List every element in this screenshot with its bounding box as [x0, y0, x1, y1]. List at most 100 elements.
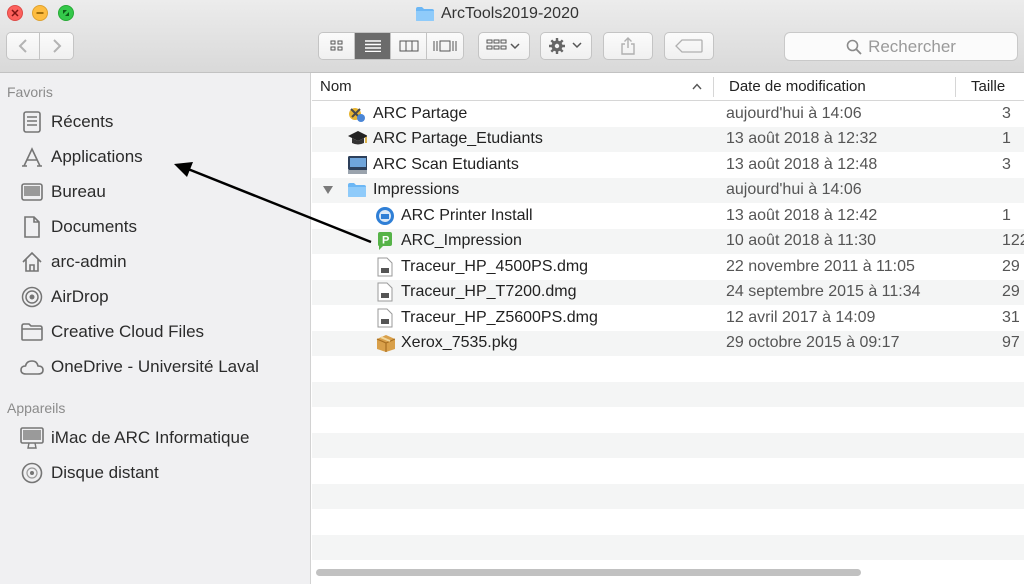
list-view-button[interactable] [355, 33, 391, 59]
tag-button[interactable] [664, 32, 714, 60]
imac-icon [19, 425, 45, 451]
sidebar-item-applications[interactable]: Applications [0, 142, 310, 172]
empty-row [312, 381, 1024, 407]
sidebar-item-imac[interactable]: iMac de ARC Informatique [0, 423, 310, 453]
share-icon [621, 37, 635, 55]
file-row-traceur-hp-z5600ps[interactable]: Traceur_HP_Z5600PS.dmg 12 avril 2017 à 1… [312, 305, 1024, 331]
folder-icon [416, 7, 434, 21]
file-row-traceur-hp-4500ps[interactable]: Traceur_HP_4500PS.dmg 22 novembre 2011 à… [312, 254, 1024, 280]
sidebar-section-favorites: Favoris [7, 84, 53, 100]
file-name: ARC_Impression [401, 232, 522, 249]
arrange-icon [486, 39, 520, 50]
sidebar-item-label: arc-admin [51, 252, 127, 271]
file-row-arc-partage-etudiants[interactable]: ARC Partage_Etudiants 13 août 2018 à 12:… [312, 126, 1024, 152]
file-size: 1 [1002, 130, 1011, 147]
green-p-icon: P [375, 231, 395, 251]
sidebar-item-remote-disc[interactable]: Disque distant [0, 458, 310, 488]
search-field[interactable]: Rechercher [784, 32, 1018, 61]
file-row-arc-printer-install[interactable]: ARC Printer Install 13 août 2018 à 12:42… [312, 203, 1024, 229]
navigation-buttons [6, 32, 74, 60]
scrollbar-thumb[interactable] [316, 569, 861, 576]
gallery-view-button[interactable] [427, 33, 463, 59]
fullscreen-window-button[interactable] [58, 5, 74, 21]
column-header-size[interactable]: Taille [971, 73, 1024, 100]
horizontal-scrollbar[interactable] [314, 566, 1020, 578]
sidebar-item-airdrop[interactable]: AirDrop [0, 282, 310, 312]
sidebar-item-recents[interactable]: Récents [0, 107, 310, 137]
empty-row [312, 509, 1024, 535]
file-size: 122 [1002, 232, 1024, 249]
back-button[interactable] [7, 33, 41, 59]
column-header-date[interactable]: Date de modification [729, 73, 954, 100]
sort-ascending-icon [692, 83, 702, 90]
file-row-arc-scan-etudiants[interactable]: ARC Scan Etudiants 13 août 2018 à 12:48 … [312, 152, 1024, 178]
file-name: ARC Scan Etudiants [373, 155, 519, 173]
share-button[interactable] [603, 32, 653, 60]
empty-row [312, 407, 1024, 433]
column-view-button[interactable] [391, 33, 427, 59]
file-rows: ARC Partage aujourd'hui à 14:06 3 ARC Pa… [312, 101, 1024, 560]
sidebar-item-label: Documents [51, 217, 137, 236]
arrange-button[interactable] [478, 32, 530, 60]
icon-view-button[interactable] [319, 33, 355, 59]
empty-row [312, 432, 1024, 458]
sidebar-item-home[interactable]: arc-admin [0, 247, 310, 277]
remote-disc-icon [19, 460, 45, 486]
sidebar-section-devices: Appareils [7, 400, 66, 416]
empty-row [312, 458, 1024, 484]
window-title-text: ArcTools2019-2020 [441, 5, 579, 22]
sidebar-item-documents[interactable]: Documents [0, 212, 310, 242]
scanner-icon [347, 155, 367, 175]
sidebar-item-label: Disque distant [51, 463, 159, 482]
sidebar-item-label: iMac de ARC Informatique [51, 428, 250, 447]
close-icon [11, 9, 19, 17]
file-row-traceur-hp-t7200[interactable]: Traceur_HP_T7200.dmg 24 septembre 2015 à… [312, 279, 1024, 305]
dmg-file-icon [375, 282, 395, 302]
file-row-xerox-7535[interactable]: Xerox_7535.pkg 29 octobre 2015 à 09:17 9… [312, 330, 1024, 356]
column-separator[interactable] [955, 77, 956, 97]
gallery-view-icon [433, 40, 457, 52]
file-size: 29 [1002, 283, 1020, 300]
sidebar: Favoris Récents Applications Bureau Docu… [0, 73, 311, 584]
gear-icon [549, 38, 582, 54]
column-header: Nom Date de modification Taille [312, 73, 1024, 101]
file-date: aujourd'hui à 14:06 [726, 181, 862, 198]
file-name: ARC Printer Install [401, 206, 533, 224]
column-header-date-label: Date de modification [729, 78, 866, 95]
file-row-impressions[interactable]: Impressions aujourd'hui à 14:06 [312, 177, 1024, 203]
search-icon [846, 39, 862, 55]
chevron-right-icon [52, 39, 61, 53]
printer-install-icon [375, 206, 395, 226]
disclosure-triangle-expanded-icon[interactable] [322, 184, 334, 196]
file-name: Traceur_HP_Z5600PS.dmg [401, 308, 598, 326]
forward-button[interactable] [40, 33, 73, 59]
close-window-button[interactable] [7, 5, 23, 21]
list-view-icon [364, 40, 381, 52]
sidebar-item-label: AirDrop [51, 287, 109, 306]
column-header-name[interactable]: Nom [320, 73, 710, 100]
chevron-left-icon [18, 39, 27, 53]
file-name-cell: Impressions [347, 178, 459, 203]
column-separator[interactable] [713, 77, 714, 97]
sidebar-item-desktop[interactable]: Bureau [0, 177, 310, 207]
minimize-window-button[interactable] [32, 5, 48, 21]
file-name-cell: P ARC_Impression [375, 229, 522, 254]
file-name: Xerox_7535.pkg [401, 334, 518, 351]
folder-icon [19, 319, 45, 345]
file-name-cell: Traceur_HP_Z5600PS.dmg [375, 305, 598, 330]
column-view-icon [399, 40, 418, 52]
file-row-arc-impression[interactable]: P ARC_Impression 10 août 2018 à 11:30 12… [312, 228, 1024, 254]
file-name-cell: ARC Partage_Etudiants [347, 127, 543, 152]
file-row-arc-partage[interactable]: ARC Partage aujourd'hui à 14:06 3 [312, 101, 1024, 127]
column-header-name-label: Nom [320, 78, 352, 95]
file-size: 1 [1002, 206, 1011, 224]
empty-row [312, 356, 1024, 382]
file-list-pane: Nom Date de modification Taille ARC Part… [312, 73, 1024, 584]
file-date: 29 octobre 2015 à 09:17 [726, 334, 900, 351]
sidebar-item-onedrive[interactable]: OneDrive - Université Laval [0, 352, 310, 382]
sidebar-item-creative-cloud[interactable]: Creative Cloud Files [0, 317, 310, 347]
file-name-cell: Traceur_HP_4500PS.dmg [375, 254, 588, 279]
window-toolbar: ArcTools2019-2020 Rechercher [0, 0, 1024, 73]
action-menu-button[interactable] [540, 32, 592, 60]
file-size: 31 [1002, 308, 1020, 326]
